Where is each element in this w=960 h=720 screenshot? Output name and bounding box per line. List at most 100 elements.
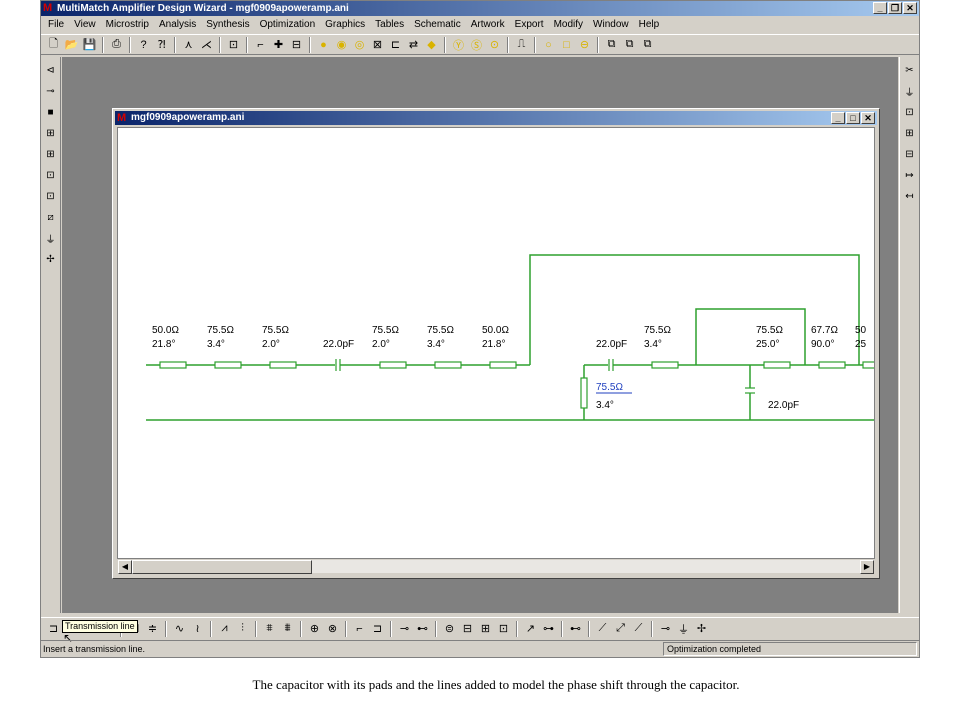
resize-icon[interactable]: ⊡ bbox=[225, 36, 242, 53]
move-right-icon[interactable]: ↦ bbox=[901, 166, 918, 184]
open-end-icon[interactable]: ⊷ bbox=[414, 620, 431, 637]
menu-graphics[interactable]: Graphics bbox=[320, 17, 370, 33]
chip-icon[interactable]: ⊞ bbox=[477, 620, 494, 637]
circle-plot-icon[interactable]: ◎ bbox=[351, 36, 368, 53]
menu-help[interactable]: Help bbox=[634, 17, 665, 33]
menu-schematic[interactable]: Schematic bbox=[409, 17, 466, 33]
cross-junction-icon[interactable]: ⊗ bbox=[324, 620, 341, 637]
port-tag-icon[interactable]: ⊸ bbox=[657, 620, 674, 637]
table-icon[interactable]: ⊏ bbox=[387, 36, 404, 53]
shunt-resistor-icon[interactable]: ⫶ bbox=[234, 620, 251, 637]
schematic-drawing[interactable]: 50.0Ω 21.8° 75.5Ω 3.4° 75.5Ω 2.0° 22.0pF 75.5Ω 2… bbox=[118, 128, 875, 559]
swap-icon[interactable]: ⇄ bbox=[405, 36, 422, 53]
series-inductor-icon[interactable]: ∿ bbox=[171, 620, 188, 637]
cross-icon[interactable]: ✚ bbox=[270, 36, 287, 53]
scroll-left-icon[interactable]: ◀ bbox=[118, 560, 132, 574]
shunt-cap-icon[interactable]: ≑ bbox=[144, 620, 161, 637]
menu-window[interactable]: Window bbox=[588, 17, 634, 33]
probe-icon[interactable]: ⊶ bbox=[540, 620, 557, 637]
print-icon[interactable]: ⎙ bbox=[108, 36, 125, 53]
square-icon[interactable]: □ bbox=[558, 36, 575, 53]
component-icon[interactable]: ⊟ bbox=[288, 36, 305, 53]
circuit-icon[interactable]: ⊞ bbox=[42, 124, 59, 142]
scrollbar-thumb[interactable] bbox=[132, 560, 312, 574]
matrix-icon[interactable]: ⊠ bbox=[369, 36, 386, 53]
gap-icon[interactable]: ⊸ bbox=[396, 620, 413, 637]
restore-button[interactable]: ❐ bbox=[888, 2, 902, 14]
layout-icon[interactable]: ◆ bbox=[423, 36, 440, 53]
coupler-icon[interactable]: ⩩ bbox=[279, 620, 296, 637]
menu-synthesis[interactable]: Synthesis bbox=[201, 17, 254, 33]
pulse-icon[interactable]: ⎍ bbox=[513, 36, 530, 53]
node-icon[interactable]: ⊸ bbox=[42, 82, 59, 100]
menu-export[interactable]: Export bbox=[510, 17, 549, 33]
horizontal-scrollbar[interactable]: ◀ ▶ bbox=[117, 559, 875, 574]
ground-icon[interactable]: ⏚ bbox=[901, 82, 918, 100]
new-file-icon[interactable]: 🗋 bbox=[45, 36, 62, 53]
save-icon[interactable]: 💾 bbox=[81, 36, 98, 53]
open-folder-icon[interactable]: 📂 bbox=[63, 36, 80, 53]
ring-icon[interactable]: ○ bbox=[540, 36, 557, 53]
cut-icon[interactable]: ✂ bbox=[901, 61, 918, 79]
analysis-icon[interactable]: ⋏ bbox=[180, 36, 197, 53]
close-button[interactable]: ✕ bbox=[903, 2, 917, 14]
menu-microstrip[interactable]: Microstrip bbox=[101, 17, 154, 33]
menu-modify[interactable]: Modify bbox=[549, 17, 588, 33]
series-resistor-icon[interactable]: ⩘ bbox=[216, 620, 233, 637]
y-param-icon[interactable]: Ⓨ bbox=[450, 36, 467, 53]
slanted-line-icon[interactable]: ⤢ bbox=[612, 620, 629, 637]
menu-view[interactable]: View bbox=[69, 17, 101, 33]
menu-artwork[interactable]: Artwork bbox=[466, 17, 510, 33]
menu-optimization[interactable]: Optimization bbox=[255, 17, 321, 33]
d-element-icon[interactable]: ⊡ bbox=[42, 187, 59, 205]
menu-file[interactable]: File bbox=[43, 17, 69, 33]
minus-circle-icon[interactable]: ⊖ bbox=[576, 36, 593, 53]
menu-tables[interactable]: Tables bbox=[370, 17, 409, 33]
schematic-canvas[interactable]: 50.0Ω 21.8° 75.5Ω 3.4° 75.5Ω 2.0° 22.0pF 75.5Ω 2… bbox=[117, 127, 875, 559]
synthesis-icon[interactable]: ⋌ bbox=[198, 36, 215, 53]
child-maximize-button[interactable]: □ bbox=[846, 112, 860, 124]
file-element-icon[interactable]: ⊞ bbox=[42, 145, 59, 163]
block-icon[interactable]: ■ bbox=[42, 103, 59, 121]
child-minimize-button[interactable]: _ bbox=[831, 112, 845, 124]
wire-icon[interactable]: ⌐ bbox=[252, 36, 269, 53]
series-block-icon[interactable]: ⊷ bbox=[567, 620, 584, 637]
center-icon[interactable]: ⊡ bbox=[901, 103, 918, 121]
series-tline-2 bbox=[269, 361, 297, 369]
marker-icon[interactable]: ↗ bbox=[522, 620, 539, 637]
scroll-right-icon[interactable]: ▶ bbox=[860, 560, 874, 574]
shunt-inductor-icon[interactable]: ≀ bbox=[189, 620, 206, 637]
bend-icon[interactable]: ⌐ bbox=[351, 620, 368, 637]
package-icon[interactable]: ⊡ bbox=[495, 620, 512, 637]
minimize-button[interactable]: _ bbox=[873, 2, 887, 14]
menu-analysis[interactable]: Analysis bbox=[154, 17, 201, 33]
child-close-button[interactable]: ✕ bbox=[861, 112, 875, 124]
paste-icon[interactable]: ⧉ bbox=[621, 36, 638, 53]
copy-icon[interactable]: ⧉ bbox=[603, 36, 620, 53]
move-left-icon[interactable]: ↤ bbox=[901, 187, 918, 205]
bottom-plus-icon[interactable]: ✢ bbox=[693, 620, 710, 637]
via-icon[interactable]: ⊜ bbox=[441, 620, 458, 637]
zoom-in-icon[interactable]: ⊞ bbox=[901, 124, 918, 142]
gamma-chart-icon[interactable]: ◉ bbox=[333, 36, 350, 53]
diagonal-line-icon[interactable]: ⟋ bbox=[594, 620, 611, 637]
coupled-line-icon[interactable]: ⩨ bbox=[261, 620, 278, 637]
tee-icon[interactable]: ⊕ bbox=[306, 620, 323, 637]
bottom-ground-icon[interactable]: ⏚ bbox=[675, 620, 692, 637]
transistor-icon[interactable]: ⧄ bbox=[42, 208, 59, 226]
plus-icon[interactable]: ✢ bbox=[42, 250, 59, 268]
tline-icon[interactable]: ⊐ bbox=[45, 620, 62, 637]
dot-param-icon[interactable]: ⊙ bbox=[486, 36, 503, 53]
s-param-icon[interactable]: Ⓢ bbox=[468, 36, 485, 53]
smith-chart-icon[interactable]: ● bbox=[315, 36, 332, 53]
s-element-icon[interactable]: ⊡ bbox=[42, 166, 59, 184]
zoom-out-icon[interactable]: ⊟ bbox=[901, 145, 918, 163]
ground-icon[interactable]: ⏚ bbox=[42, 229, 59, 247]
clipboard-icon[interactable]: ⧉ bbox=[639, 36, 656, 53]
angle-line-icon[interactable]: ⟋ bbox=[630, 620, 647, 637]
pad-icon[interactable]: ⊟ bbox=[459, 620, 476, 637]
port-icon[interactable]: ⊲ bbox=[42, 61, 59, 79]
context-help-icon[interactable]: ⁈ bbox=[153, 36, 170, 53]
help-icon[interactable]: ? bbox=[135, 36, 152, 53]
step-icon[interactable]: ⊐ bbox=[369, 620, 386, 637]
